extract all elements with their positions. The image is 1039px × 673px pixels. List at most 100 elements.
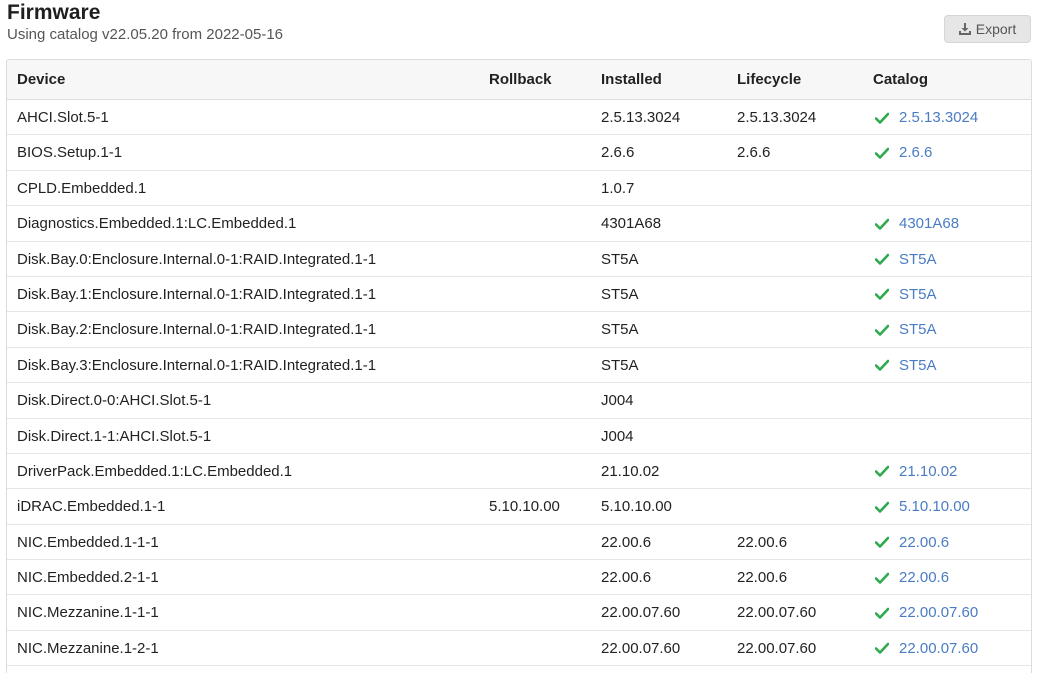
catalog-cell: 2.5.13.3024 — [875, 100, 978, 135]
firmware-table: Device Rollback Installed Lifecycle Cata… — [6, 59, 1032, 673]
device-cell: CPLD.Embedded.1 — [17, 179, 147, 197]
installed-cell: 21.10.02 — [601, 462, 660, 480]
lifecycle-cell: 22.00.07.60 — [737, 604, 817, 622]
catalog-version-link[interactable]: 22.00.07.60 — [899, 631, 978, 666]
installed-cell: ST5A — [601, 321, 639, 339]
device-cell: Disk.Direct.1-1:AHCI.Slot.5-1 — [17, 427, 212, 445]
catalog-cell: 4301A68 — [875, 206, 959, 241]
table-row: NIC.Mezzanine.1-1-1 22.00.07.60 22.00.07.6… — [7, 595, 1031, 631]
installed-cell: J004 — [601, 392, 634, 410]
device-cell: iDRAC.Embedded.1-1 — [17, 498, 166, 516]
table-row: Disk.Direct.1-1:AHCI.Slot.5-1 J004 — [7, 419, 1031, 454]
catalog-cell: 22.00.6 — [875, 560, 949, 595]
lifecycle-cell: 2.6.6 — [737, 144, 771, 162]
table-row: iDRAC.Embedded.1-1 5.10.10.00 5.10.10.00 5.… — [7, 489, 1031, 525]
catalog-version-link[interactable]: 5.10.10.00 — [899, 489, 970, 524]
device-cell: Disk.Direct.0-0:AHCI.Slot.5-1 — [17, 392, 212, 410]
catalog-cell: 22.00.07.60 — [875, 595, 978, 630]
check-icon — [875, 147, 891, 159]
check-icon — [875, 501, 891, 513]
column-header-device[interactable]: Device — [17, 60, 65, 99]
device-cell: Diagnostics.Embedded.1:LC.Embedded.1 — [17, 215, 297, 233]
device-cell: Disk.Bay.3:Enclosure.Internal.0-1:RAID.I… — [17, 356, 377, 374]
device-cell: NIC.Embedded.1-1-1 — [17, 533, 159, 551]
check-icon — [875, 218, 891, 230]
catalog-cell: 2.6.6 — [875, 135, 932, 170]
catalog-version-link[interactable]: 21.10.02 — [899, 454, 957, 489]
device-cell: NIC.Embedded.2-1-1 — [17, 569, 159, 587]
table-row: DriverPack.Embedded.1:LC.Embedded.1 21.10… — [7, 454, 1031, 490]
check-icon — [875, 465, 891, 478]
table-row: NIC.Mezzanine.1-2-1 22.00.07.60 22.00.07.6… — [7, 631, 1031, 667]
installed-cell: ST5A — [601, 285, 639, 303]
table-row: Disk.Bay.3:Enclosure.Internal.0-1:RAID.I… — [7, 348, 1031, 384]
check-icon — [875, 642, 891, 655]
catalog-version-link[interactable]: ST5A — [899, 312, 937, 347]
catalog-version-link[interactable]: 4301A68 — [899, 206, 959, 241]
catalog-version-link[interactable]: 2.5.13.3024 — [899, 100, 978, 135]
download-icon — [958, 23, 971, 35]
catalog-version-link[interactable]: 22.00.07.60 — [899, 595, 978, 630]
column-header-installed[interactable]: Installed — [601, 60, 662, 99]
catalog-cell: 22.00.6 — [875, 525, 949, 560]
table-row: Disk.Bay.1:Enclosure.Internal.0-1:RAID.I… — [7, 277, 1031, 313]
lifecycle-cell: 22.00.6 — [737, 569, 788, 587]
table-row: BIOS.Setup.1-1 2.6.6 2.6.6 2.6.6 — [7, 135, 1031, 171]
catalog-cell: ST5A — [875, 242, 937, 277]
check-icon — [875, 607, 891, 619]
installed-cell: ST5A — [601, 250, 639, 268]
table-row: AHCI.Slot.5-1 2.5.13.3024 2.5.13.3024 2.5.1… — [7, 100, 1031, 136]
table-row: Disk.Direct.0-0:AHCI.Slot.5-1 J004 — [7, 383, 1031, 419]
installed-cell: 1.0.7 — [601, 179, 635, 197]
check-icon — [875, 359, 891, 372]
device-cell: BIOS.Setup.1-1 — [17, 144, 123, 162]
installed-cell: 22.00.07.60 — [601, 604, 681, 622]
installed-cell: 22.00.6 — [601, 533, 652, 551]
check-icon — [875, 253, 891, 265]
lifecycle-cell: 22.00.07.60 — [737, 639, 817, 657]
catalog-version-link[interactable]: ST5A — [899, 348, 937, 383]
catalog-version-link[interactable]: ST5A — [899, 242, 937, 277]
device-cell: DriverPack.Embedded.1:LC.Embedded.1 — [17, 462, 293, 480]
catalog-cell: ST5A — [875, 277, 937, 312]
catalog-cell: 5.10.10.00 — [875, 489, 970, 524]
check-icon — [875, 572, 891, 584]
table-row: Disk.Bay.2:Enclosure.Internal.0-1:RAID.I… — [7, 312, 1031, 348]
column-header-lifecycle[interactable]: Lifecycle — [737, 60, 801, 99]
installed-cell: 2.6.6 — [601, 144, 635, 162]
catalog-version-link[interactable]: 22.00.6 — [899, 525, 949, 560]
export-button[interactable]: Export — [944, 15, 1031, 43]
table-row: Diagnostics.Embedded.1:LC.Embedded.1 4301… — [7, 206, 1031, 242]
installed-cell: ST5A — [601, 356, 639, 374]
lifecycle-cell: 22.00.6 — [737, 533, 788, 551]
catalog-subtitle: Using catalog v22.05.20 from 2022-05-16 — [7, 26, 284, 43]
installed-cell: 22.00.6 — [601, 569, 652, 587]
check-icon — [875, 288, 891, 301]
check-icon — [875, 536, 891, 548]
installed-cell: 5.10.10.00 — [601, 498, 672, 516]
catalog-cell: 22.00.07.60 — [875, 631, 978, 666]
catalog-cell: 21.10.02 — [875, 454, 957, 489]
device-cell: Disk.Bay.2:Enclosure.Internal.0-1:RAID.I… — [17, 321, 377, 339]
device-cell: Disk.Bay.0:Enclosure.Internal.0-1:RAID.I… — [17, 250, 377, 268]
table-row: NIC.Embedded.1-1-1 22.00.6 22.00.6 22.00.6 — [7, 525, 1031, 561]
catalog-version-link[interactable]: 22.00.6 — [899, 560, 949, 595]
device-cell: NIC.Mezzanine.1-1-1 — [17, 604, 159, 622]
device-cell: Disk.Bay.1:Enclosure.Internal.0-1:RAID.I… — [17, 285, 377, 303]
catalog-version-link[interactable]: ST5A — [899, 277, 937, 312]
catalog-cell: ST5A — [875, 348, 937, 383]
table-body: AHCI.Slot.5-1 2.5.13.3024 2.5.13.3024 2.5.1… — [7, 100, 1031, 667]
installed-cell: 4301A68 — [601, 215, 662, 233]
column-header-rollback[interactable]: Rollback — [489, 60, 552, 99]
catalog-cell: ST5A — [875, 312, 937, 347]
installed-cell: J004 — [601, 427, 634, 445]
table-row: Disk.Bay.0:Enclosure.Internal.0-1:RAID.I… — [7, 242, 1031, 277]
lifecycle-cell: 2.5.13.3024 — [737, 109, 817, 126]
installed-cell: 22.00.07.60 — [601, 639, 681, 657]
table-row: NIC.Embedded.2-1-1 22.00.6 22.00.6 22.00.6 — [7, 560, 1031, 596]
catalog-version-link[interactable]: 2.6.6 — [899, 135, 932, 170]
check-icon — [875, 112, 891, 124]
column-header-catalog[interactable]: Catalog — [873, 60, 928, 99]
check-icon — [875, 324, 891, 336]
export-label: Export — [975, 21, 1017, 37]
